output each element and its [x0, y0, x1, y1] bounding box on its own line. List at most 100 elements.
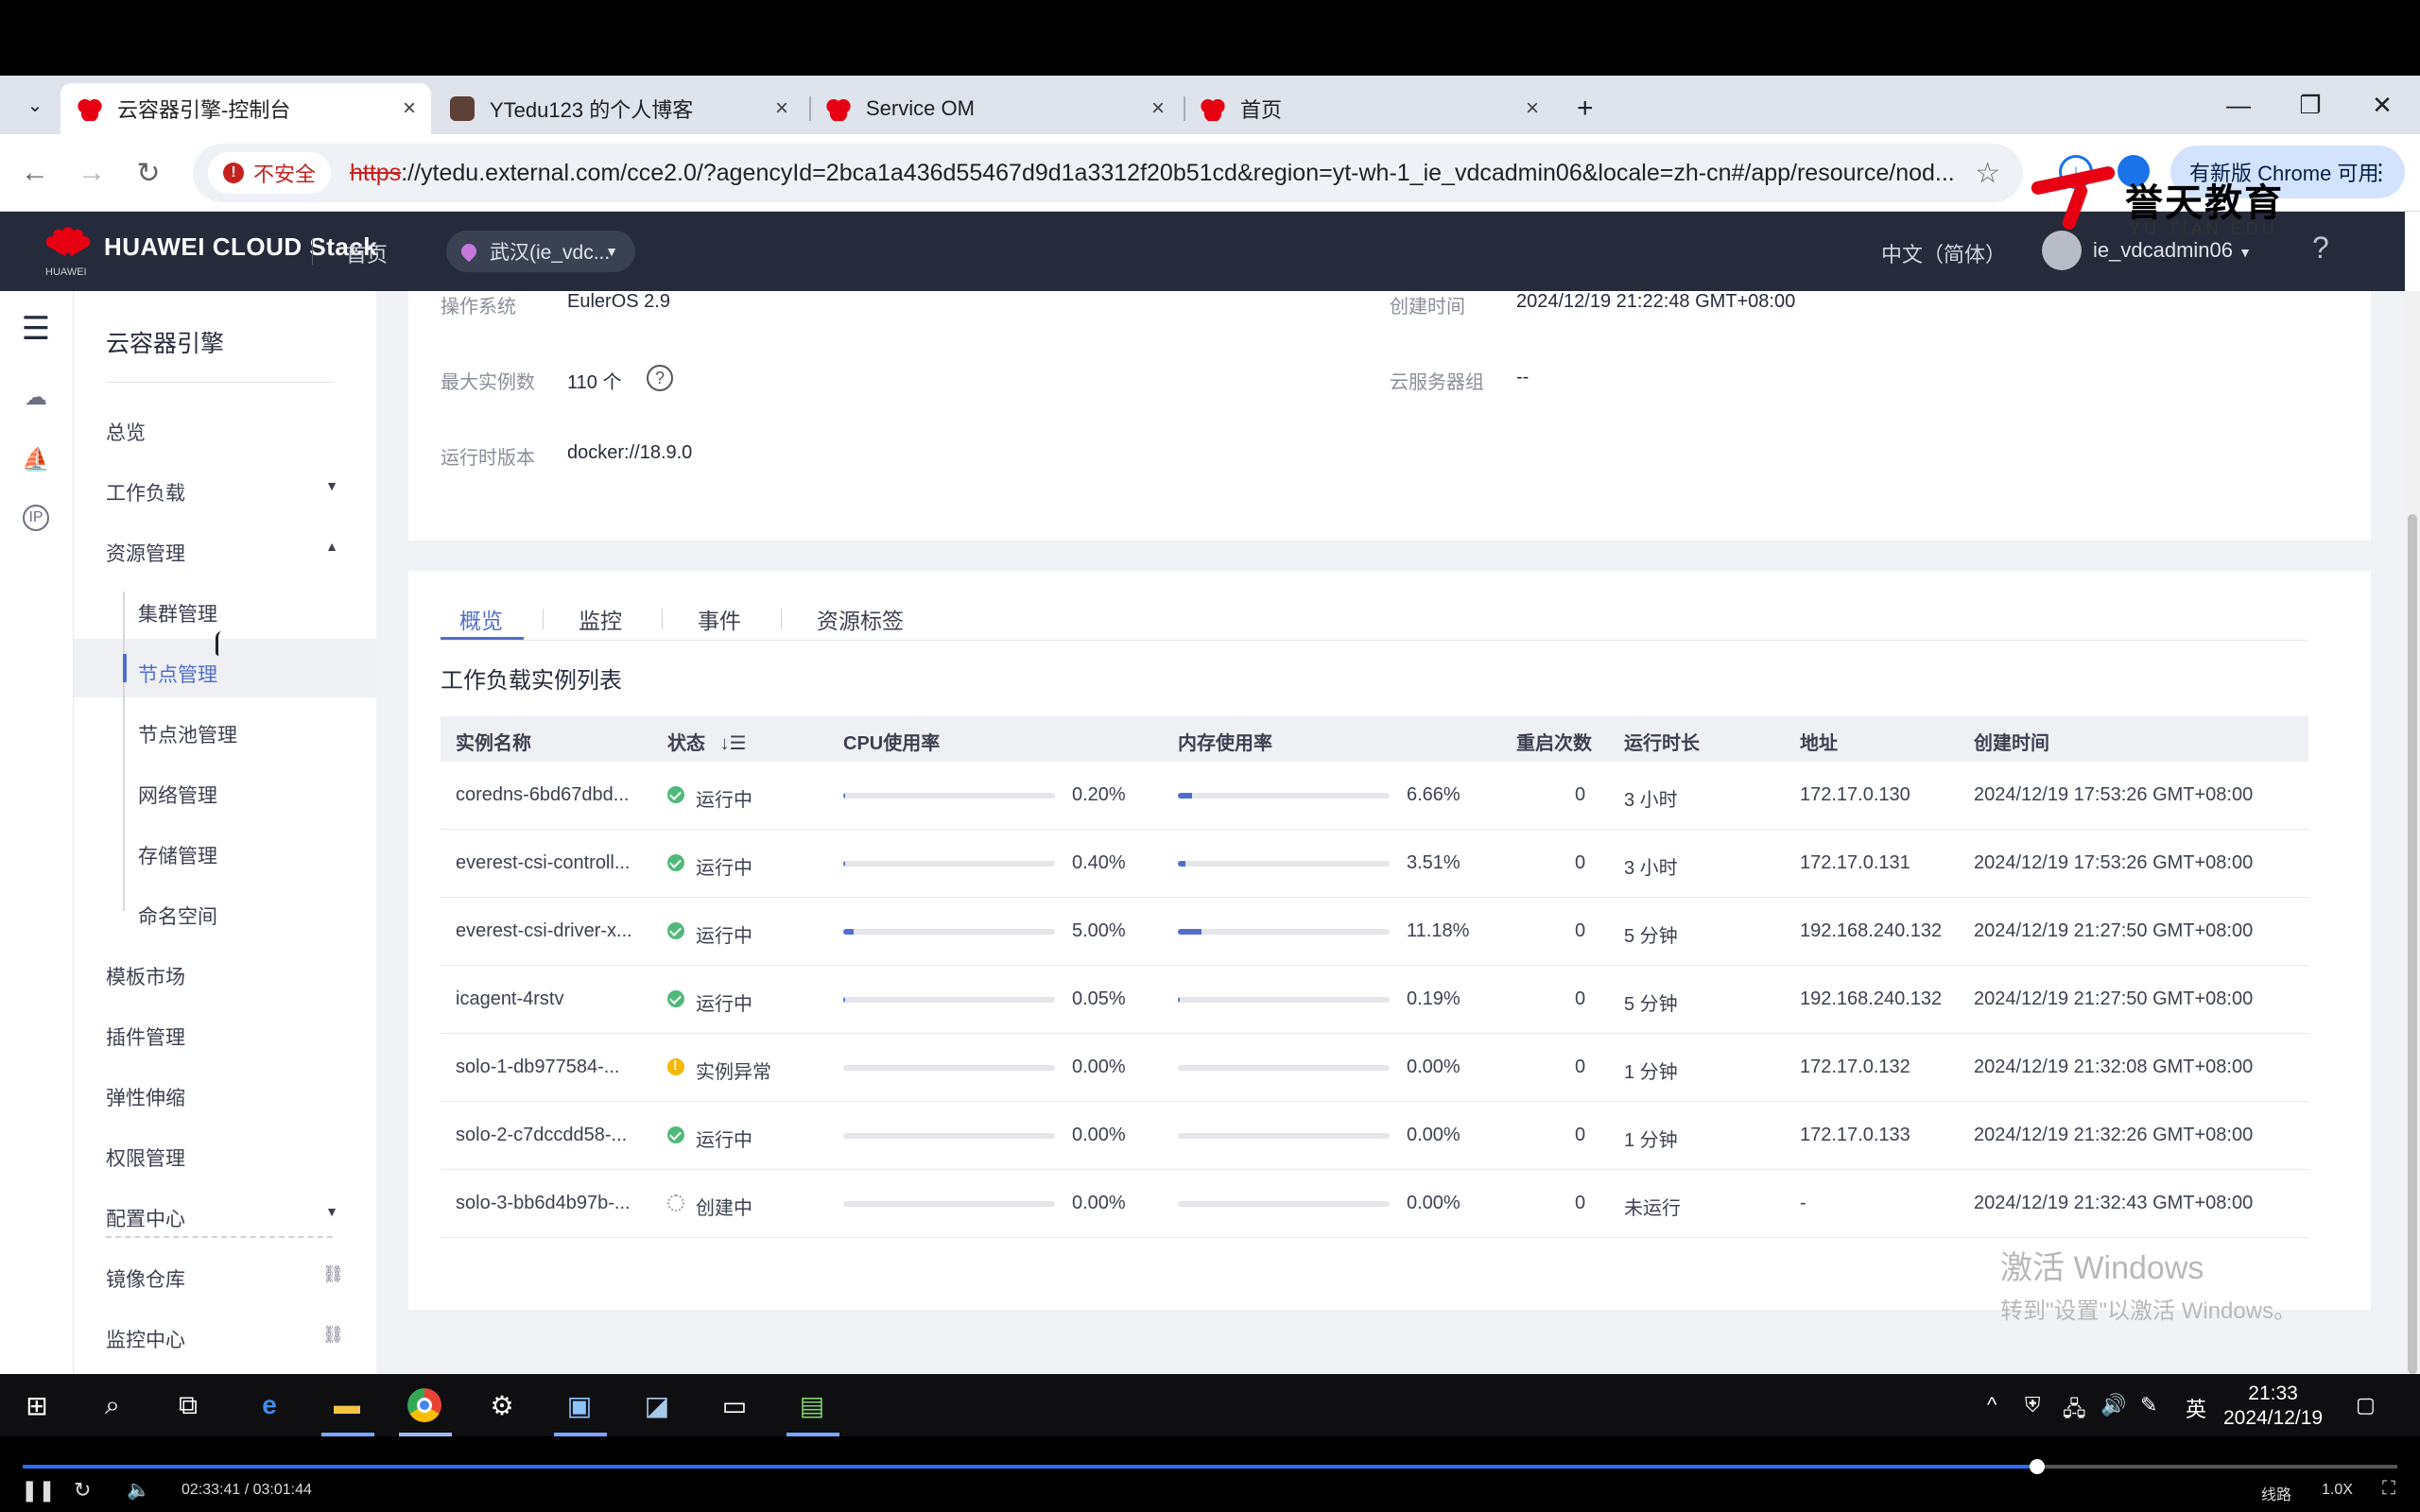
close-window-icon[interactable]: ✕ — [2346, 76, 2418, 134]
sidebar-item-templates[interactable]: 模板市场 — [106, 962, 361, 990]
language-selector[interactable]: 中文（简体） — [1881, 238, 2006, 268]
url-text[interactable]: https://ytedu.external.com/cce2.0/?agenc… — [350, 160, 1995, 187]
reload-icon[interactable]: ↻ — [127, 151, 170, 195]
sidebar-item-clusters[interactable]: 集群管理 — [138, 599, 217, 627]
tray-volume-icon[interactable]: 🔊 — [2100, 1393, 2126, 1418]
sidebar-item-resources[interactable]: 资源管理 ▲ — [106, 539, 361, 567]
tray-pen-icon[interactable]: ✎ — [2140, 1393, 2157, 1418]
tray-chevron-icon[interactable]: ^ — [1987, 1393, 1996, 1418]
address-bar[interactable]: ! 不安全 https://ytedu.external.com/cce2.0/… — [193, 144, 2023, 202]
chrome-icon[interactable] — [403, 1383, 446, 1427]
sidebar-item-autoscaling[interactable]: 弹性伸缩 — [106, 1083, 361, 1111]
help-icon[interactable]: ? — [2312, 231, 2329, 266]
tab-monitoring[interactable]: 监控 — [579, 603, 622, 635]
table-row[interactable]: icagent-4rstv 运行中 0.05% 0.19% 0 5 分钟 192.168.2… — [441, 966, 2308, 1034]
search-icon[interactable]: ⌕ — [91, 1383, 134, 1427]
table-row[interactable]: solo-1-db977584-... 实例异常 0.00% 0.00% 0 1 分钟 17… — [441, 1034, 2308, 1102]
sidebar-item-network[interactable]: 网络管理 — [138, 781, 217, 809]
video-quality[interactable]: 线路 — [2261, 1482, 2291, 1504]
tab-search-icon[interactable]: ⌄ — [13, 83, 57, 127]
back-icon[interactable]: ← — [13, 151, 57, 195]
cloud-icon[interactable]: ☁ — [19, 380, 53, 414]
close-icon[interactable]: × — [1526, 95, 1539, 122]
region-selector[interactable]: 武汉(ie_vdc... ▼ — [446, 231, 635, 272]
new-tab-button[interactable]: + — [1560, 83, 1607, 134]
close-icon[interactable]: × — [775, 95, 788, 122]
fullscreen-icon[interactable]: ⛶ — [2382, 1478, 2395, 1500]
tab-events[interactable]: 事件 — [698, 603, 741, 635]
sidebar-item-monitoring[interactable]: 监控中心 ⛓ — [106, 1325, 361, 1353]
task-view-icon[interactable]: ⧉ — [166, 1383, 210, 1427]
tab-title: 云容器引擎-控制台 — [117, 98, 291, 122]
windows-start-icon[interactable]: ⊞ — [15, 1383, 59, 1427]
settings-icon[interactable]: ⚙ — [480, 1383, 524, 1427]
volume-icon[interactable]: 🔈 — [127, 1478, 150, 1502]
security-chip[interactable]: ! 不安全 — [208, 152, 332, 194]
sidebar-item-nodes[interactable]: 节点管理 — [138, 660, 217, 688]
brand-name[interactable]: HUAWEI CLOUD Stack — [104, 232, 377, 262]
notes-app-icon[interactable]: ◪ — [635, 1383, 679, 1427]
network-app-icon[interactable]: ▣ — [558, 1383, 601, 1427]
restore-icon[interactable]: ❐ — [2274, 76, 2346, 134]
close-icon[interactable]: × — [1151, 95, 1165, 122]
memory-usage-bar — [1178, 1201, 1390, 1207]
taskbar-clock[interactable]: 21:33 2024/12/19 — [2223, 1382, 2323, 1431]
more-menu-icon[interactable]: ⋮ — [2369, 159, 2392, 186]
sidebar-item-addons[interactable]: 插件管理 — [106, 1022, 361, 1051]
instance-name-link[interactable]: coredns-6bd67dbd... — [456, 784, 629, 806]
browser-tab-blog[interactable]: YTedu123 的个人博客 × — [433, 83, 804, 134]
sidebar-item-config[interactable]: 配置中心 ▼ — [106, 1204, 361, 1232]
file-explorer-icon[interactable]: ▬ — [325, 1383, 369, 1427]
sidebar-item-nodepools[interactable]: 节点池管理 — [138, 720, 237, 748]
sort-icon[interactable]: ↓☰ — [720, 733, 747, 754]
tray-security-icon[interactable]: ⛨ — [2025, 1393, 2041, 1418]
sidebar-item-permissions[interactable]: 权限管理 — [106, 1143, 361, 1172]
browser-tab-cce[interactable]: 云容器引擎-控制台 × — [60, 83, 431, 134]
tray-network-icon[interactable]: 🖧 — [2063, 1393, 2086, 1429]
page-scrollbar[interactable] — [2405, 291, 2420, 1374]
table-row[interactable]: everest-csi-controll... 运行中 0.40% 3.51% 0 3 小… — [441, 830, 2308, 898]
ime-indicator[interactable]: 英 — [2186, 1393, 2206, 1423]
help-circle-icon[interactable]: ? — [647, 365, 673, 391]
table-row[interactable]: solo-3-bb6d4b97b-... 创建中 0.00% 0.00% 0 未运行 - 20… — [441, 1170, 2308, 1238]
ie-icon[interactable]: e — [248, 1383, 291, 1427]
video-speed[interactable]: 1.0X — [2322, 1482, 2353, 1499]
instance-name-link[interactable]: solo-2-c7dccdd58-... — [456, 1125, 627, 1146]
browser-tab-serviceom[interactable]: Service OM × — [809, 83, 1180, 134]
browser-tab-home[interactable]: 首页 × — [1184, 83, 1554, 134]
instance-name-link[interactable]: solo-1-db977584-... — [456, 1057, 619, 1078]
scrollbar-thumb[interactable] — [2408, 514, 2417, 1374]
pause-icon[interactable]: ❚❚ — [21, 1478, 56, 1503]
avatar[interactable] — [2042, 231, 2082, 270]
replay-icon[interactable]: ↻ — [74, 1478, 91, 1503]
user-menu[interactable]: ie_vdcadmin06 ▼ — [2093, 238, 2252, 263]
instance-name-link[interactable]: solo-3-bb6d4b97b-... — [456, 1193, 631, 1214]
col-status[interactable]: 状态 ↓☰ — [667, 728, 747, 755]
table-row[interactable]: everest-csi-driver-x... 运行中 5.00% 11.18% 0 5 … — [441, 898, 2308, 966]
minimize-icon[interactable]: — — [2203, 76, 2274, 134]
forward-icon[interactable]: → — [70, 151, 113, 195]
instance-name-link[interactable]: icagent-4rstv — [456, 988, 564, 1010]
tab-resource-tags[interactable]: 资源标签 — [817, 603, 904, 635]
boat-icon[interactable]: ⛵ — [19, 442, 53, 476]
header-home-link[interactable]: 首页 — [346, 238, 388, 268]
terminal-icon[interactable]: ▭ — [713, 1383, 756, 1427]
sidebar-item-storage[interactable]: 存储管理 — [138, 841, 217, 869]
table-row[interactable]: solo-2-c7dccdd58-... 运行中 0.00% 0.00% 0 1 分钟 17… — [441, 1102, 2308, 1170]
video-progress-track[interactable] — [23, 1459, 2397, 1474]
instance-name-link[interactable]: everest-csi-driver-x... — [456, 920, 632, 942]
tab-overview[interactable]: 概览 — [459, 603, 503, 635]
screen-app-icon[interactable]: ▤ — [790, 1383, 834, 1427]
close-icon[interactable]: × — [403, 95, 416, 122]
ip-icon[interactable]: IP — [23, 505, 49, 531]
instance-name-link[interactable]: everest-csi-controll... — [456, 852, 631, 874]
sidebar-item-registry[interactable]: 镜像仓库 ⛓ — [106, 1264, 361, 1293]
sidebar-item-namespaces[interactable]: 命名空间 — [138, 902, 217, 930]
sidebar-item-overview[interactable]: 总览 — [106, 418, 361, 446]
bookmark-star-icon[interactable]: ☆ — [1975, 157, 2000, 190]
table-row[interactable]: coredns-6bd67dbd... 运行中 0.20% 6.66% 0 3 小时 172… — [441, 762, 2308, 830]
notification-icon[interactable]: ▢ — [2356, 1393, 2376, 1418]
menu-icon[interactable]: ☰ — [19, 311, 53, 347]
video-progress-knob[interactable] — [2029, 1459, 2045, 1474]
sidebar-item-workloads[interactable]: 工作负载 ▼ — [106, 478, 361, 507]
